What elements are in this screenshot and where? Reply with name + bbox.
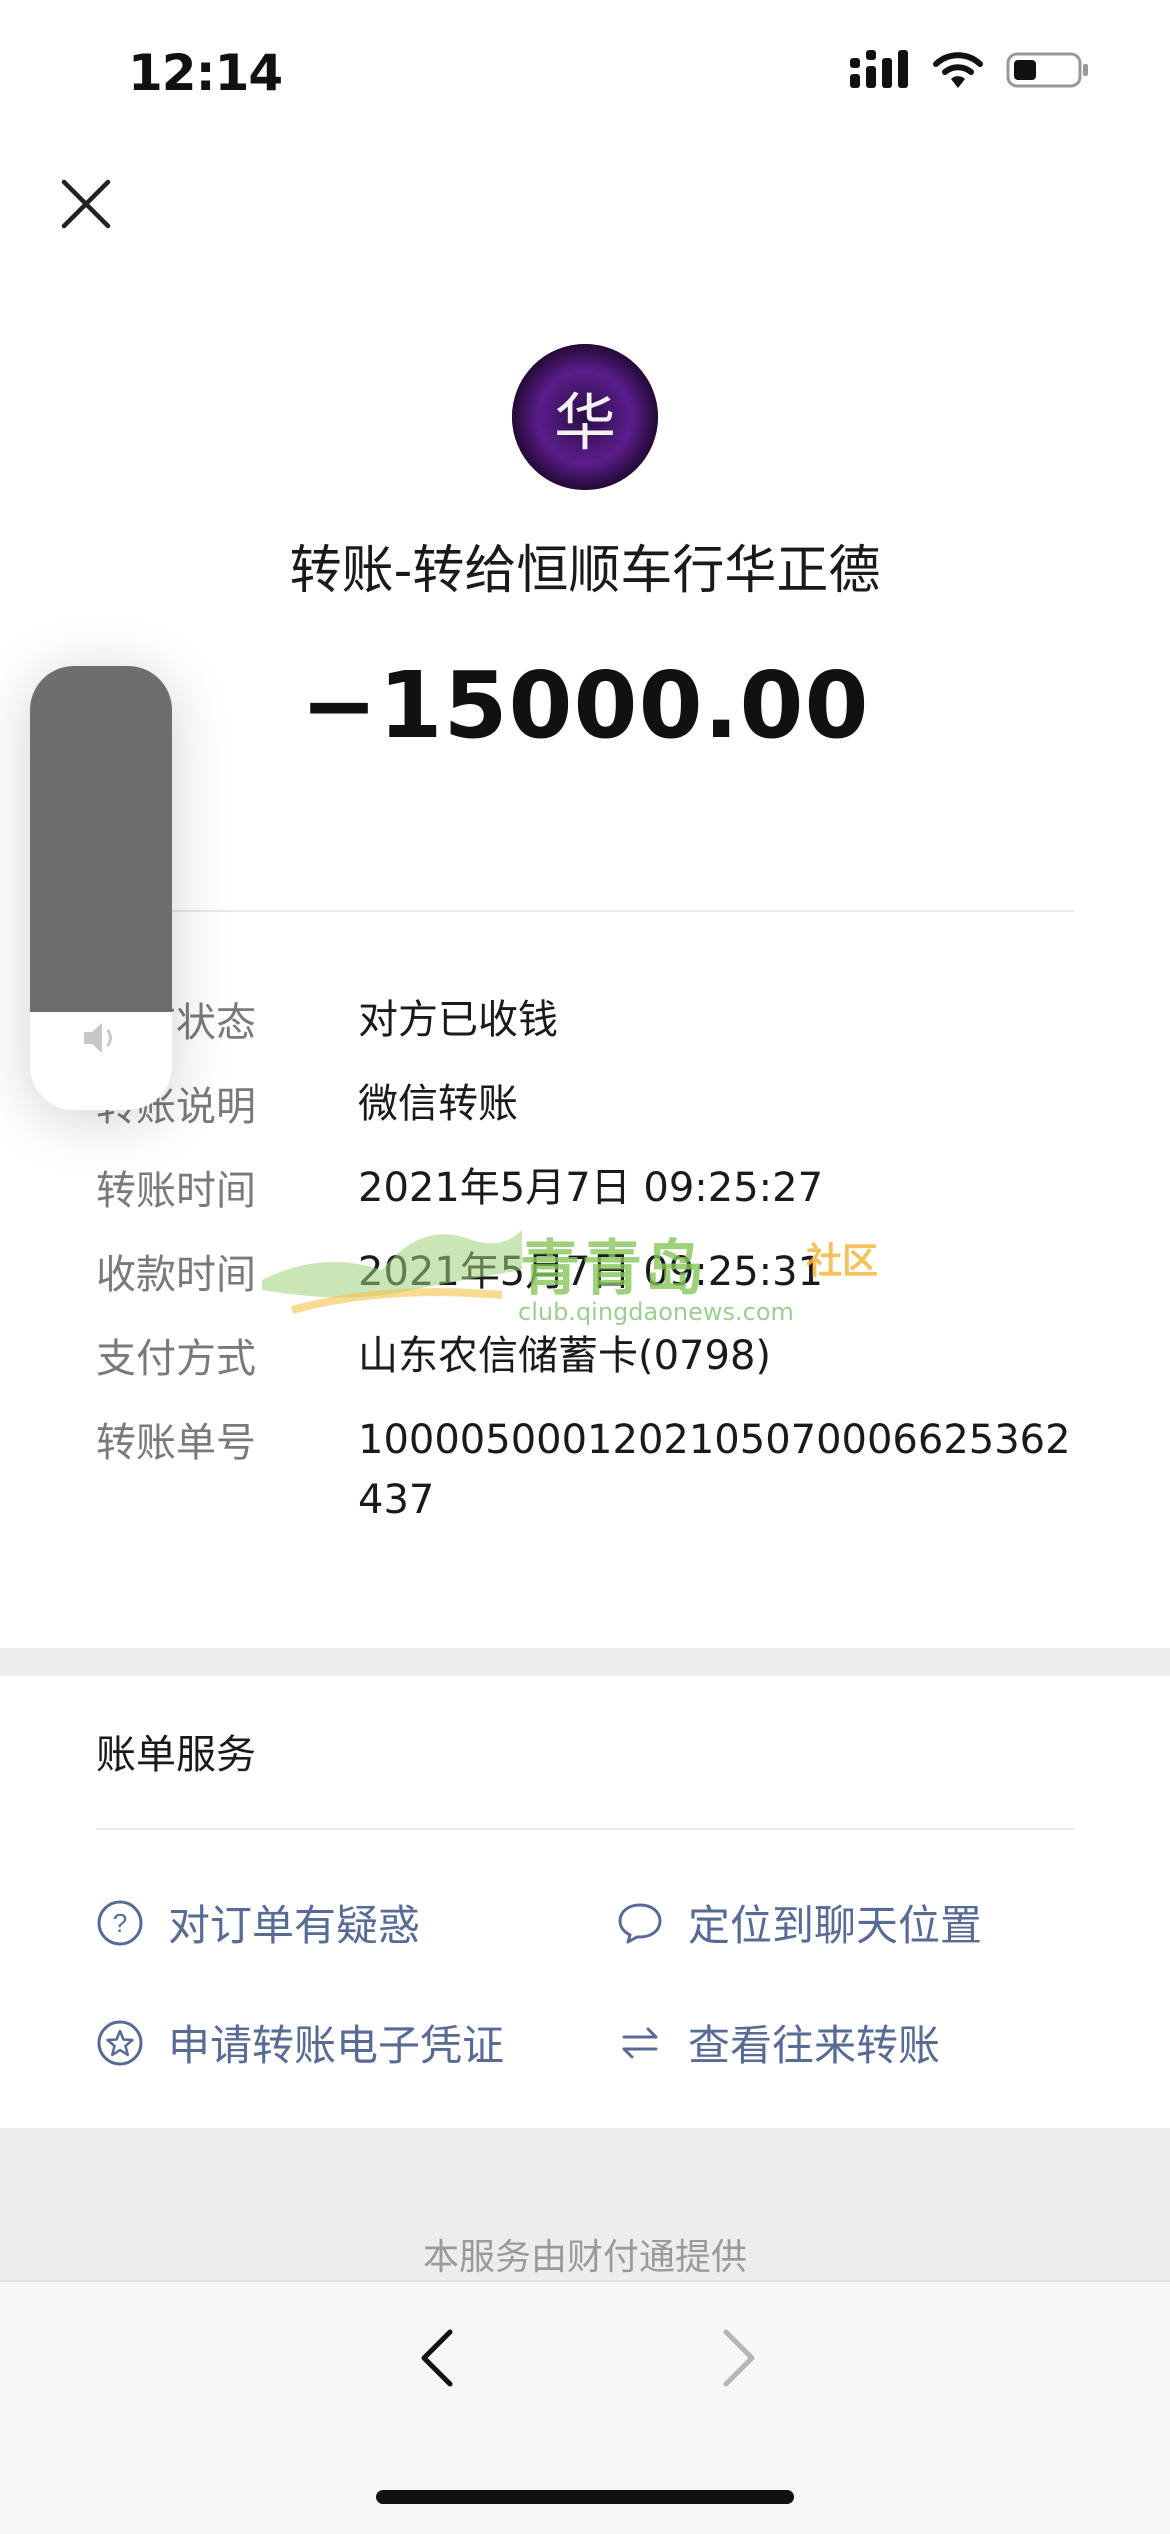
watermark-url: club.qingdaonews.com: [518, 1298, 794, 1326]
watermark-logo-icon: [262, 1230, 522, 1314]
locate-chat-link[interactable]: 定位到聊天位置: [616, 1892, 982, 1953]
question-circle-icon: ?: [96, 1899, 144, 1947]
detail-label: 支付方式: [96, 1336, 256, 1382]
chat-bubble-icon: [616, 1899, 664, 1947]
transfer-title: 转账-转给恒顺车行华正德: [289, 541, 881, 601]
detail-row-note: 转账说明 微信转账: [96, 1074, 1096, 1134]
divider: [96, 1828, 1074, 1830]
detail-value: 微信转账: [358, 1081, 518, 1127]
volume-level-fill: [30, 666, 172, 1012]
detail-row-order-number: 转账单号 1000050001202105070006625362437: [96, 1410, 1096, 1530]
service-label: 查看往来转账: [688, 2021, 941, 2070]
swap-arrows-icon: [616, 2019, 664, 2067]
avatar-char: 华: [553, 386, 616, 459]
volume-hud[interactable]: [30, 666, 172, 1110]
close-icon[interactable]: [58, 176, 114, 232]
footer-note: 本服务由财付通提供: [422, 2237, 747, 2278]
svg-text:?: ?: [113, 1908, 127, 1938]
detail-row-transfer-time: 转账时间 2021年5月7日 09:25:27: [96, 1158, 1096, 1218]
detail-row-payment-method: 支付方式 山东农信储蓄卡(0798): [96, 1326, 1096, 1386]
order-question-link[interactable]: ? 对订单有疑惑: [96, 1892, 420, 1953]
service-label: 对订单有疑惑: [168, 1901, 421, 1950]
status-icons: [850, 50, 1090, 90]
watermark-brand: 青青岛: [520, 1234, 706, 1304]
star-circle-icon: [96, 2019, 144, 2067]
transfer-amount: −15000.00: [300, 652, 870, 759]
watermark-suffix: 社区: [806, 1241, 879, 1282]
request-voucher-link[interactable]: 申请转账电子凭证: [96, 2012, 504, 2073]
battery-icon: [1006, 52, 1088, 88]
home-indicator: [376, 2490, 794, 2504]
section-separator: [0, 1648, 1170, 1676]
divider: [96, 910, 1074, 912]
view-transfers-link[interactable]: 查看往来转账: [616, 2012, 940, 2073]
detail-row-status: 当前状态 对方已收钱: [96, 990, 1096, 1050]
forward-arrow-icon[interactable]: [710, 2326, 766, 2390]
detail-value[interactable]: 1000050001202105070006625362437: [358, 1410, 1078, 1530]
service-label: 申请转账电子凭证: [168, 2021, 505, 2070]
detail-label: 转账时间: [96, 1168, 256, 1214]
payee-avatar: 华: [512, 344, 658, 490]
cellular-signal-icon: [850, 50, 908, 88]
detail-value: 对方已收钱: [358, 997, 558, 1043]
back-arrow-icon[interactable]: [410, 2326, 466, 2390]
speaker-icon: [84, 1023, 112, 1053]
detail-label: 转账单号: [96, 1420, 256, 1466]
wifi-icon: [933, 52, 983, 88]
bill-services-title: 账单服务: [96, 1732, 256, 1778]
status-time: 12:14: [128, 44, 283, 102]
service-label: 定位到聊天位置: [688, 1901, 983, 1950]
detail-value: 2021年5月7日 09:25:27: [358, 1165, 824, 1211]
detail-value: 山东农信储蓄卡(0798): [358, 1333, 772, 1379]
